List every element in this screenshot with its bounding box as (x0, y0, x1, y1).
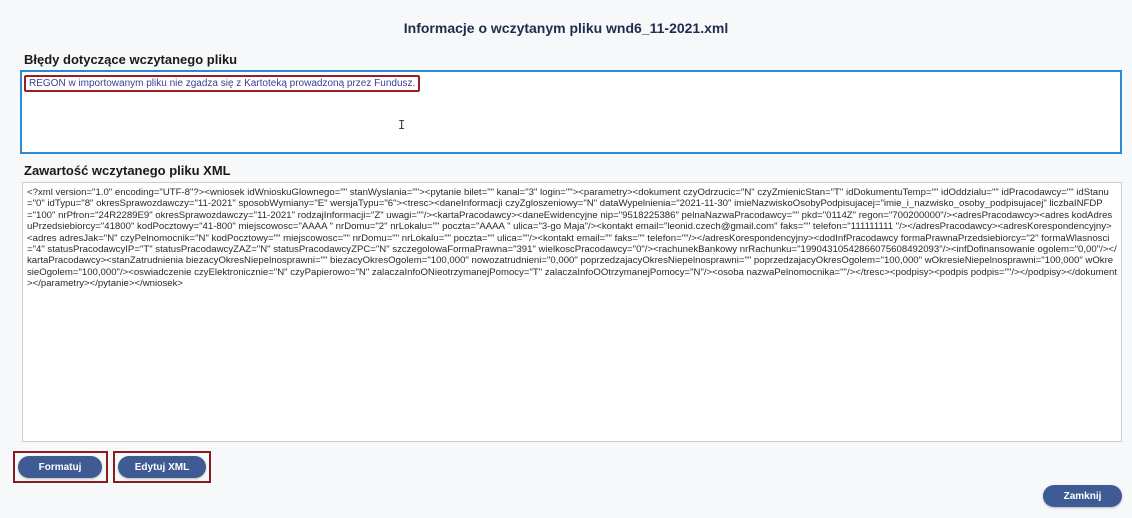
error-message: REGON w importowanym pliku nie zgadza si… (24, 75, 421, 92)
errors-section-label: Błędy dotyczące wczytanego pliku (24, 52, 238, 67)
text-cursor-icon: I (398, 118, 406, 132)
xml-content: <?xml version="1.0" encoding="UTF-8"?><w… (27, 187, 1117, 290)
xml-section-label: Zawartość wczytanego pliku XML (24, 163, 231, 178)
dialog-title: Informacje o wczytanym pliku wnd6_11-202… (403, 20, 729, 36)
file-info-dialog: Informacje o wczytanym pliku wnd6_11-202… (0, 0, 1132, 518)
edit-xml-button[interactable]: Edytuj XML (118, 456, 206, 478)
close-button[interactable]: Zamknij (1043, 485, 1122, 507)
errors-textarea[interactable]: REGON w importowanym pliku nie zgadza si… (20, 70, 1122, 154)
format-button[interactable]: Formatuj (18, 456, 102, 478)
xml-content-textarea[interactable]: <?xml version="1.0" encoding="UTF-8"?><w… (22, 182, 1122, 442)
